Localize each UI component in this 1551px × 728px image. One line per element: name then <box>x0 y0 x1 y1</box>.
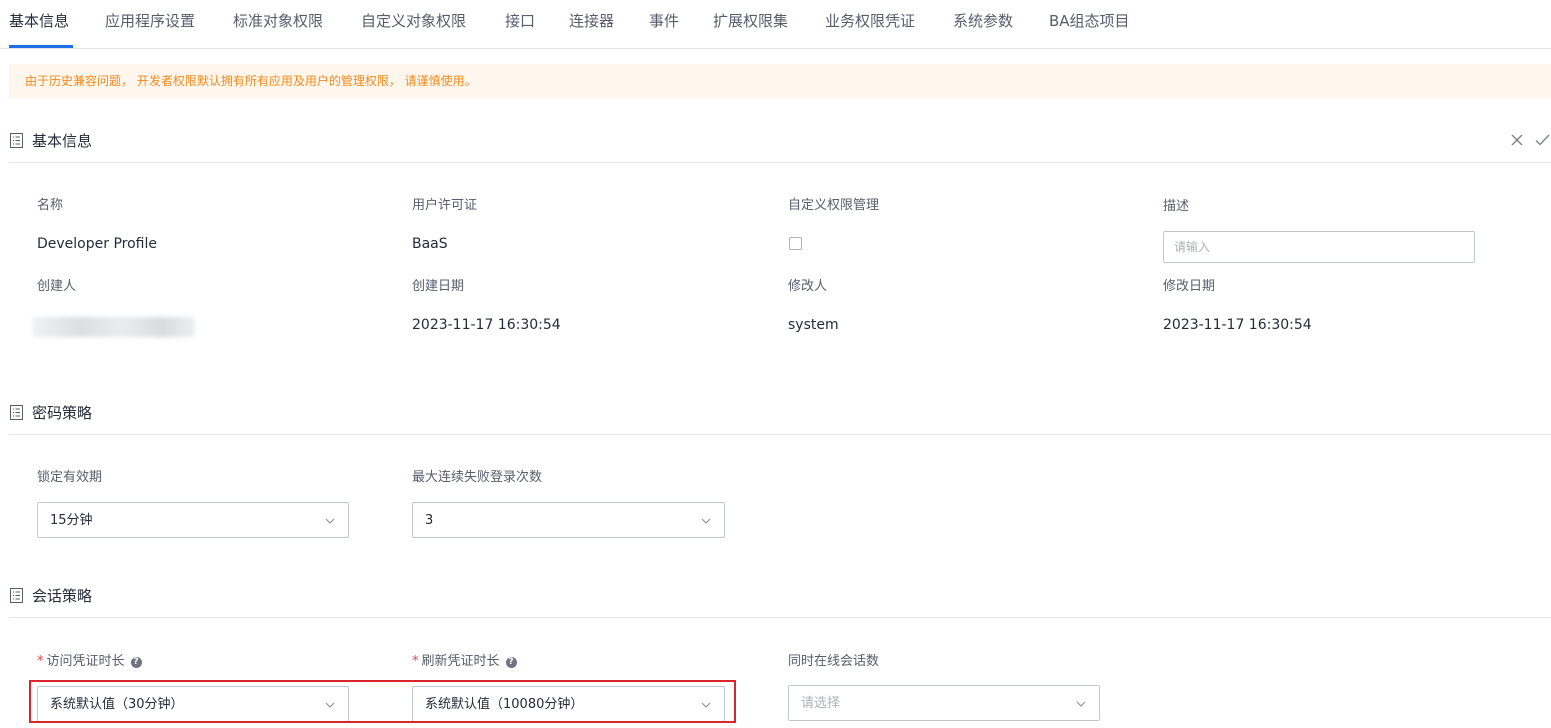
name-label: 名称 <box>37 198 64 213</box>
lock-period-select[interactable]: 15分钟 <box>37 502 349 538</box>
description-label: 描述 <box>1163 199 1190 214</box>
chevron-down-icon <box>1076 701 1086 707</box>
section-title-session-policy: 会话策略 <box>32 587 93 605</box>
name-value: Developer Profile <box>37 236 157 252</box>
modifier-label: 修改人 <box>788 279 828 294</box>
concurrent-sessions-placeholder: 请选择 <box>801 696 841 711</box>
check-icon[interactable] <box>1533 131 1551 149</box>
tab-interfaces[interactable]: 接口 <box>505 10 535 32</box>
section-title-password-policy: 密码策略 <box>32 404 93 422</box>
user-license-value: BaaS <box>412 236 448 252</box>
user-license-label: 用户许可证 <box>412 198 478 213</box>
section-header-basic-info: 基本信息 <box>9 119 1551 163</box>
tab-standard-object-permissions[interactable]: 标准对象权限 <box>233 10 323 32</box>
required-mark: * <box>412 654 419 669</box>
created-date-label: 创建日期 <box>412 279 465 294</box>
chevron-down-icon <box>325 518 335 524</box>
modified-date-label: 修改日期 <box>1163 279 1216 294</box>
list-icon <box>10 405 23 420</box>
highlight-annotation-box <box>29 680 736 723</box>
tab-custom-object-permissions[interactable]: 自定义对象权限 <box>361 10 466 32</box>
section-header-password-policy: 密码策略 <box>9 391 1551 435</box>
refresh-token-duration-label: * 刷新凭证时长? <box>412 653 517 671</box>
required-mark: * <box>37 654 44 669</box>
created-date-value: 2023-11-17 16:30:54 <box>412 317 561 333</box>
max-failed-logins-label: 最大连续失败登录次数 <box>412 470 543 485</box>
lock-period-value: 15分钟 <box>50 513 93 528</box>
help-icon[interactable]: ? <box>505 657 517 668</box>
description-input[interactable] <box>1163 231 1475 263</box>
warning-notice-text: 由于历史兼容问题， 开发者权限默认拥有所有应用及用户的管理权限， 请谨慎使用。 <box>25 74 477 88</box>
creator-label: 创建人 <box>37 279 77 294</box>
tab-extended-permission-sets[interactable]: 扩展权限集 <box>713 10 788 32</box>
max-failed-logins-select[interactable]: 3 <box>412 502 725 538</box>
concurrent-sessions-select[interactable]: 请选择 <box>788 685 1100 721</box>
list-icon <box>10 133 23 148</box>
creator-value-redacted <box>32 317 195 337</box>
custom-permission-checkbox[interactable] <box>789 237 802 250</box>
lock-period-label: 锁定有效期 <box>37 470 103 485</box>
refresh-token-duration-label-text: 刷新凭证时长 <box>421 654 500 669</box>
chevron-down-icon <box>701 518 711 524</box>
max-failed-logins-value: 3 <box>425 513 434 528</box>
tab-business-permission-credentials[interactable]: 业务权限凭证 <box>825 10 915 32</box>
concurrent-sessions-label: 同时在线会话数 <box>788 654 880 669</box>
tab-events[interactable]: 事件 <box>649 10 679 32</box>
modifier-value: system <box>788 317 839 333</box>
section-title-basic-info: 基本信息 <box>32 132 93 150</box>
tab-system-parameters[interactable]: 系统参数 <box>953 10 1013 32</box>
list-icon <box>10 588 23 603</box>
access-token-duration-label: * 访问凭证时长? <box>37 653 142 671</box>
access-token-duration-label-text: 访问凭证时长 <box>46 654 125 669</box>
close-icon[interactable] <box>1508 131 1526 149</box>
tab-ba-config-projects[interactable]: BA组态项目 <box>1049 10 1130 32</box>
warning-notice: 由于历史兼容问题， 开发者权限默认拥有所有应用及用户的管理权限， 请谨慎使用。 <box>9 64 1551 98</box>
tab-app-settings[interactable]: 应用程序设置 <box>105 10 195 32</box>
section-header-session-policy: 会话策略 <box>9 574 1551 618</box>
tab-basic-info[interactable]: 基本信息 <box>9 10 69 32</box>
active-tab-indicator <box>9 45 73 48</box>
help-icon[interactable]: ? <box>130 657 142 668</box>
modified-date-value: 2023-11-17 16:30:54 <box>1163 317 1312 333</box>
tab-connectors[interactable]: 连接器 <box>569 10 614 32</box>
custom-permission-label: 自定义权限管理 <box>788 198 880 213</box>
tab-bar: 基本信息 应用程序设置 标准对象权限 自定义对象权限 接口 连接器 事件 扩展权… <box>0 0 1551 49</box>
